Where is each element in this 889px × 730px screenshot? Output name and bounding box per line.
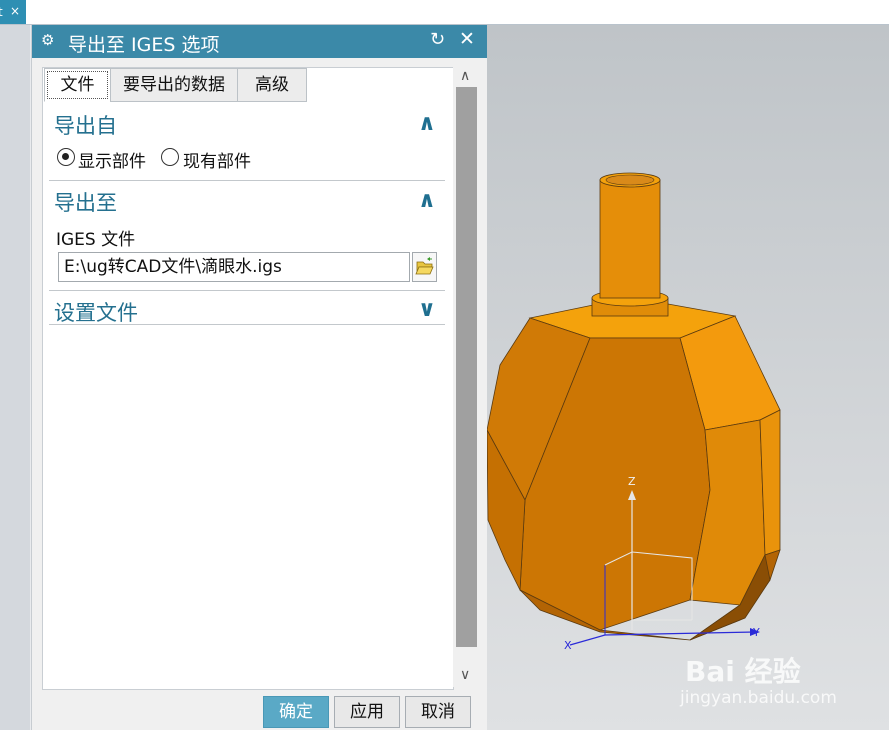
resource-bar <box>0 25 30 730</box>
browse-button[interactable] <box>412 252 437 282</box>
section-divider <box>49 180 445 181</box>
model-neck <box>599 179 661 299</box>
model-neck-hole <box>605 174 655 186</box>
triad-x-label: X <box>564 639 572 652</box>
section-export-from-title[interactable]: 导出自 <box>54 110 117 140</box>
reset-icon[interactable]: ↻ <box>430 29 445 50</box>
dialog-scrollbar[interactable]: ∧ ∨ <box>453 67 480 687</box>
folder-open-icon <box>415 257 434 275</box>
section-export-to-title[interactable]: 导出至 <box>54 187 117 217</box>
gear-icon[interactable]: ⚙ <box>41 31 54 49</box>
section-divider <box>49 290 445 291</box>
dialog-title: 导出至 IGES 选项 <box>68 34 220 56</box>
radio-existing-part-label[interactable]: 现有部件 <box>183 147 251 172</box>
tab-focus-ring <box>47 71 108 99</box>
tab-advanced[interactable]: 高级 <box>237 68 307 102</box>
dialog-titlebar[interactable]: ⚙ 导出至 IGES 选项 ↻ ✕ <box>32 25 487 58</box>
chevron-up-icon[interactable]: ∧ <box>418 188 436 213</box>
document-tab-label: t <box>0 5 3 19</box>
tab-file[interactable]: 文件 <box>44 68 111 102</box>
scroll-up-icon[interactable]: ∧ <box>460 68 470 84</box>
scroll-down-icon[interactable]: ∨ <box>460 667 470 683</box>
iges-file-path-input[interactable]: E:\ug转CAD文件\滴眼水.igs <box>58 252 410 282</box>
tab-data-to-export[interactable]: 要导出的数据 <box>110 68 238 102</box>
apply-button[interactable]: 应用 <box>334 696 400 728</box>
tab-advanced-label: 高级 <box>255 75 289 95</box>
watermark-logo: Bai 经验 <box>685 655 801 688</box>
top-bar <box>0 0 889 25</box>
chevron-up-icon[interactable]: ∧ <box>418 111 436 136</box>
model-view <box>486 172 781 646</box>
tab-data-to-export-label: 要导出的数据 <box>123 75 225 95</box>
iges-file-label: IGES 文件 <box>56 230 136 250</box>
radio-display-part-label[interactable]: 显示部件 <box>78 147 146 172</box>
triad-y-label: Y <box>753 626 760 639</box>
radio-existing-part[interactable] <box>161 148 179 166</box>
scrollbar-thumb[interactable] <box>456 87 477 647</box>
document-tab[interactable]: t × <box>0 0 26 24</box>
radio-display-part[interactable] <box>57 148 75 166</box>
chevron-down-icon[interactable]: ∨ <box>418 297 436 322</box>
close-icon[interactable]: × <box>10 0 20 22</box>
graphics-viewport[interactable]: Z Y X <box>486 25 889 730</box>
cancel-button[interactable]: 取消 <box>405 696 471 728</box>
triad-z-label: Z <box>628 475 636 488</box>
export-iges-dialog: ⚙ 导出至 IGES 选项 ↻ ✕ 文件 要导出的数据 高级 导出自 ∧ 显示部… <box>31 25 487 730</box>
section-divider <box>49 324 445 325</box>
watermark-url: jingyan.baidu.com <box>680 688 837 708</box>
ok-button[interactable]: 确定 <box>263 696 329 728</box>
section-settings-file-title[interactable]: 设置文件 <box>54 297 138 327</box>
close-icon[interactable]: ✕ <box>459 28 475 50</box>
